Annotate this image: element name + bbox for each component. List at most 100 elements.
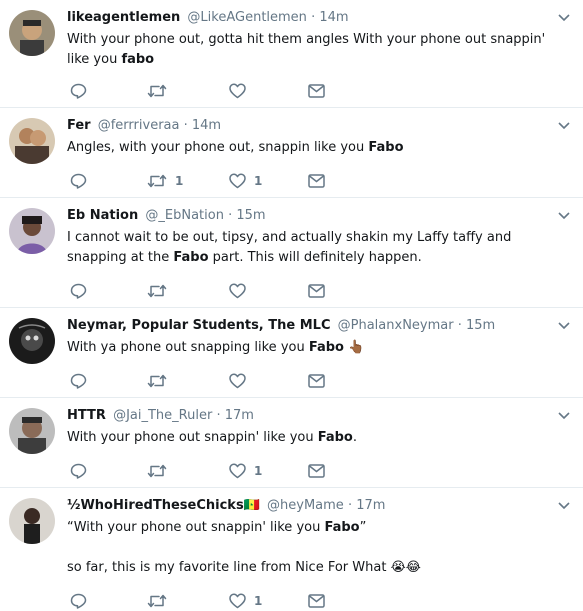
tweet-text: With your phone out snappin' like you Fa… — [67, 428, 567, 448]
tweet-text-part: ” — [359, 520, 367, 535]
reply-button[interactable] — [70, 461, 95, 481]
chevron-down-icon[interactable] — [557, 411, 571, 421]
avatar[interactable] — [9, 10, 55, 56]
chevron-down-icon[interactable] — [557, 211, 571, 221]
username[interactable]: @heyMame — [267, 498, 344, 513]
envelope-icon — [308, 174, 325, 188]
display-name[interactable]: HTTR — [67, 408, 106, 423]
tweet-text: I cannot wait to be out, tipsy, and actu… — [67, 228, 567, 268]
heart-icon — [229, 373, 246, 389]
chevron-down-icon[interactable] — [557, 13, 571, 23]
reply-button[interactable] — [70, 171, 95, 191]
display-name[interactable]: Eb Nation — [67, 208, 138, 223]
direct-message-button[interactable] — [308, 281, 325, 301]
tweet[interactable]: Fer @ferrriveraa · 14m Angles, with your… — [0, 108, 583, 198]
tweet-text-part: With ya phone out snapping like you — [67, 340, 309, 355]
reply-icon — [70, 593, 87, 609]
username[interactable]: @LikeAGentlemen — [187, 10, 307, 25]
username[interactable]: @_EbNation — [145, 208, 224, 223]
reply-button[interactable] — [70, 591, 95, 611]
timestamp[interactable]: 15m — [466, 318, 495, 333]
highlighted-keyword: Fabo — [368, 140, 404, 155]
tweet[interactable]: Neymar, Popular Students, The MLC @Phala… — [0, 308, 583, 398]
avatar[interactable] — [9, 318, 55, 364]
chevron-down-icon[interactable] — [557, 501, 571, 511]
reply-icon — [70, 83, 87, 99]
like-button[interactable] — [229, 281, 254, 301]
heart-icon — [229, 173, 246, 189]
timestamp[interactable]: 15m — [236, 208, 265, 223]
tweet-actions: 1 1 — [67, 171, 367, 191]
direct-message-button[interactable] — [308, 371, 325, 391]
direct-message-button[interactable] — [308, 461, 325, 481]
retweet-icon — [147, 174, 167, 188]
retweet-icon — [147, 594, 167, 608]
retweet-button[interactable]: 1 — [147, 171, 183, 191]
retweet-button[interactable] — [147, 591, 175, 611]
separator-dot: · — [183, 118, 188, 133]
highlighted-keyword: Fabo — [173, 250, 209, 265]
like-button[interactable]: 1 — [229, 461, 262, 481]
timestamp[interactable]: 17m — [356, 498, 385, 513]
reply-button[interactable] — [70, 371, 95, 391]
like-button[interactable] — [229, 371, 254, 391]
retweet-button[interactable] — [147, 371, 175, 391]
avatar[interactable] — [9, 498, 55, 544]
tweet-actions — [67, 81, 367, 101]
tweet[interactable]: Eb Nation @_EbNation · 15m I cannot wait… — [0, 198, 583, 308]
highlighted-keyword: Fabo — [308, 340, 344, 355]
retweet-icon — [147, 84, 167, 98]
reply-icon — [70, 283, 87, 299]
username[interactable]: @PhalanxNeymar — [338, 318, 454, 333]
paragraph-break — [67, 538, 567, 558]
timestamp[interactable]: 14m — [319, 10, 348, 25]
retweet-count: 1 — [175, 174, 184, 188]
like-count: 1 — [254, 594, 263, 608]
username[interactable]: @ferrriveraa — [98, 118, 180, 133]
highlighted-keyword: Fabo — [317, 430, 353, 445]
pointing-up-emoji: 👆🏾 — [348, 340, 365, 355]
display-name[interactable]: Neymar, Popular Students, The MLC — [67, 318, 331, 333]
reply-button[interactable] — [70, 281, 95, 301]
tweet-text-part: so far, this is my favorite line from Ni… — [67, 560, 387, 575]
tweet-header: HTTR @Jai_The_Ruler · 17m — [67, 407, 254, 425]
timestamp[interactable]: 17m — [225, 408, 254, 423]
tweet-header: ½WhoHiredTheseChicks🇸🇳 @heyMame · 17m — [67, 497, 385, 515]
chevron-down-icon[interactable] — [557, 321, 571, 331]
tweet[interactable]: HTTR @Jai_The_Ruler · 17m With your phon… — [0, 398, 583, 488]
separator-dot: · — [347, 498, 353, 513]
username[interactable]: @Jai_The_Ruler — [113, 408, 212, 423]
tweet-text-part: . — [352, 430, 358, 445]
direct-message-button[interactable] — [308, 81, 325, 101]
direct-message-button[interactable] — [308, 171, 325, 191]
tweet[interactable]: ½WhoHiredTheseChicks🇸🇳 @heyMame · 17m “W… — [0, 488, 583, 611]
separator-dot: · — [216, 408, 221, 423]
tweet-actions — [67, 281, 367, 301]
like-button[interactable] — [229, 81, 254, 101]
display-name[interactable]: likeagentlemen — [67, 10, 180, 25]
avatar[interactable] — [9, 408, 55, 454]
display-name[interactable]: ½WhoHiredTheseChicks — [67, 498, 244, 513]
retweet-icon — [147, 464, 167, 478]
chevron-down-icon[interactable] — [557, 121, 571, 131]
like-count: 1 — [254, 464, 263, 478]
tweet-text: “With your phone out snappin' like you F… — [67, 518, 567, 578]
tweet-text-line: so far, this is my favorite line from Ni… — [67, 558, 567, 578]
retweet-button[interactable] — [147, 81, 175, 101]
direct-message-button[interactable] — [308, 591, 325, 611]
tweet-text-line: “With your phone out snappin' like you F… — [67, 518, 567, 538]
avatar[interactable] — [9, 118, 55, 164]
heart-icon — [229, 593, 246, 609]
separator-dot: · — [228, 208, 233, 223]
envelope-icon — [308, 374, 325, 388]
tweet[interactable]: likeagentlemen @LikeAGentlemen · 14m Wit… — [0, 0, 583, 108]
timestamp[interactable]: 14m — [192, 118, 221, 133]
like-button[interactable]: 1 — [229, 591, 262, 611]
like-button[interactable]: 1 — [229, 171, 262, 191]
reply-button[interactable] — [70, 81, 95, 101]
retweet-button[interactable] — [147, 461, 175, 481]
retweet-button[interactable] — [147, 281, 175, 301]
avatar[interactable] — [9, 208, 55, 254]
display-name[interactable]: Fer — [67, 118, 91, 133]
separator-dot: · — [457, 318, 462, 333]
